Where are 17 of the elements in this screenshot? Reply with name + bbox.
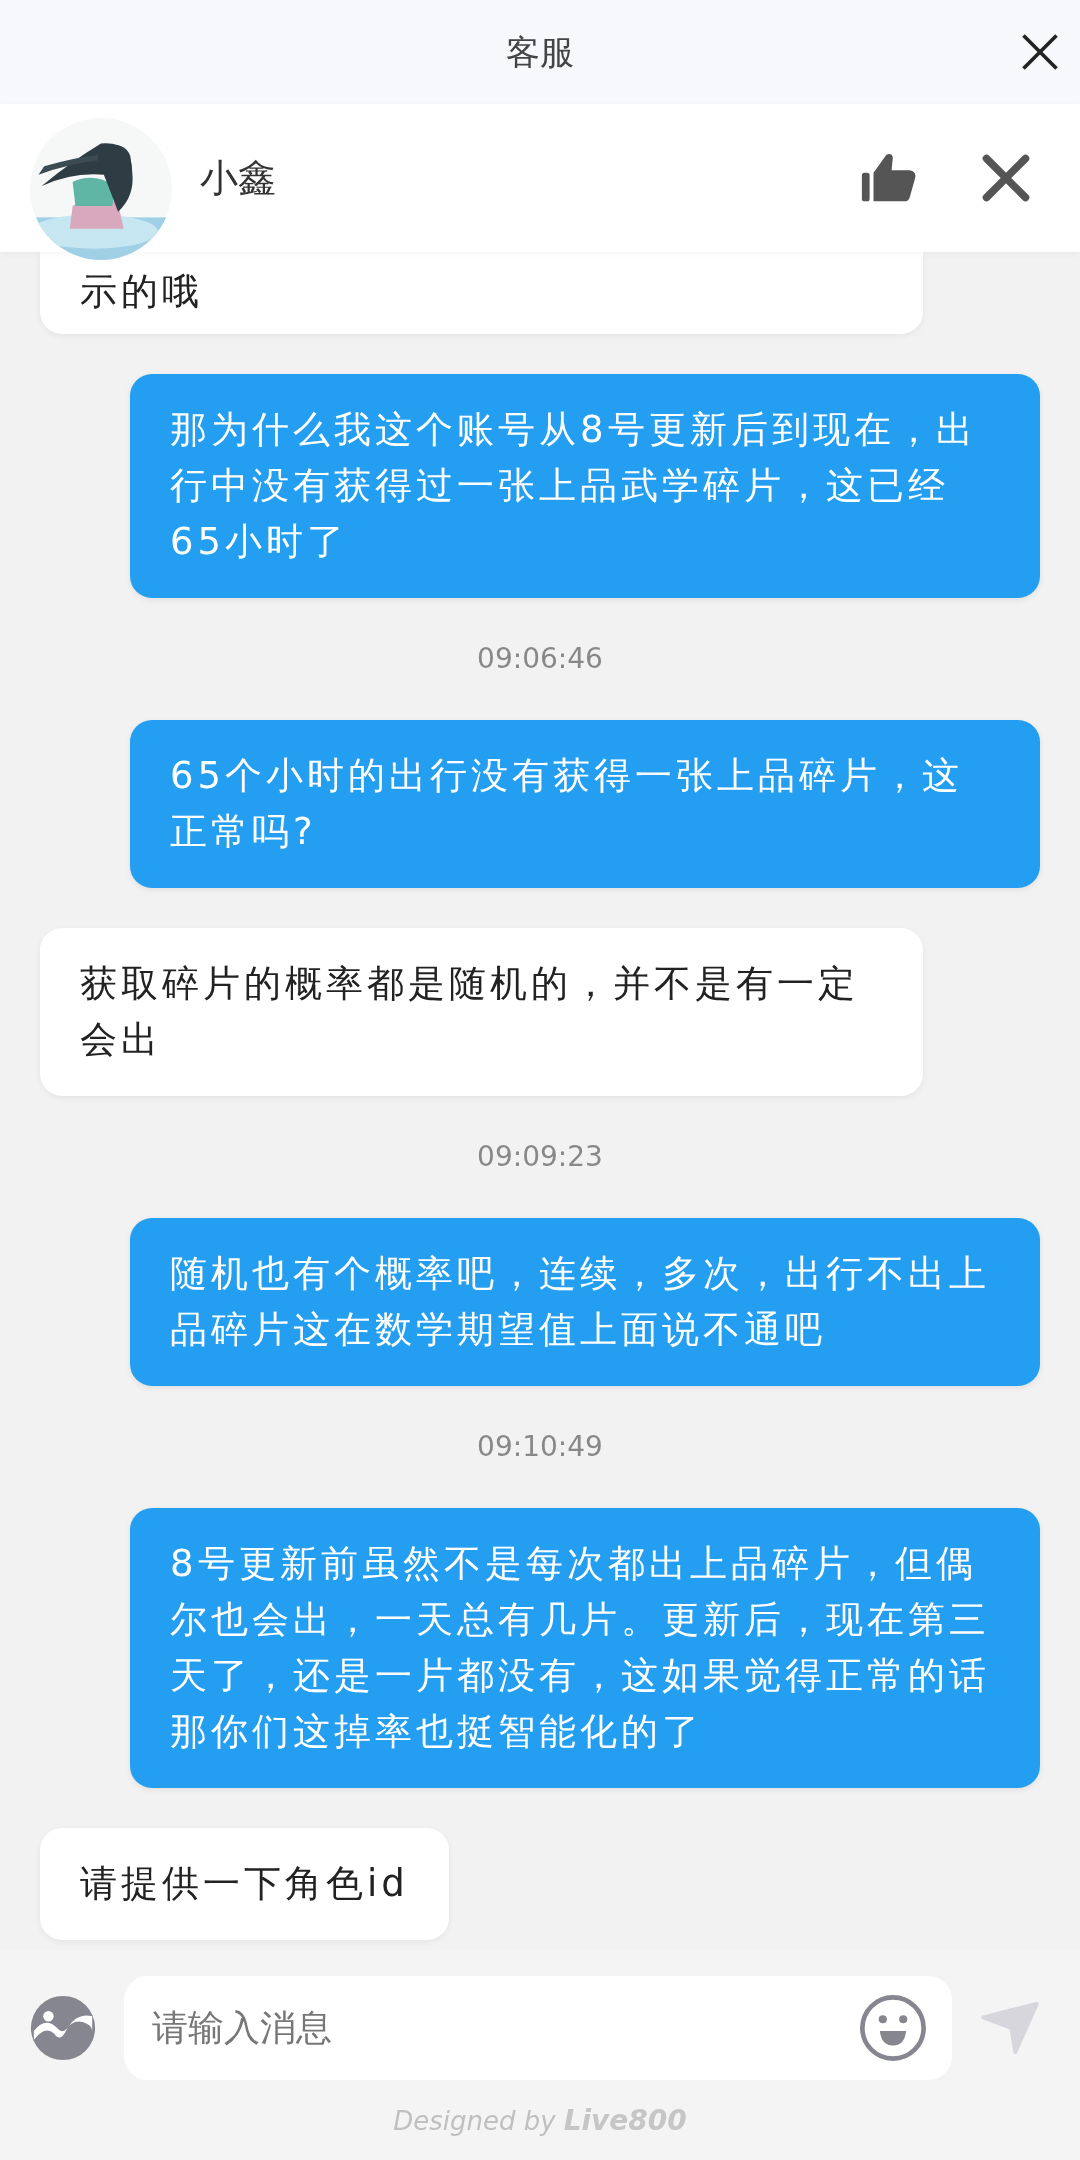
timestamp: 09:06:46 [477, 644, 603, 674]
user-message: 8号更新前虽然不是每次都出上品碎片，但偶尔也会出，一天总有几片。更新后，现在第三天了，还是一片都没有，这如果觉得正常的话那你们这掉率也挺智能化的了 [130, 1508, 1040, 1788]
agent-message: 示的哦 [40, 252, 923, 334]
agent-name: 小鑫 [200, 154, 276, 202]
emoji-icon[interactable] [858, 1993, 928, 2063]
message-input[interactable]: 请输入消息 [124, 1976, 952, 2080]
close-icon[interactable] [980, 152, 1032, 204]
window-title: 客服 [506, 30, 574, 74]
tool-icon[interactable] [28, 1993, 98, 2063]
timestamp: 09:09:23 [477, 1142, 603, 1172]
user-message: 65个小时的出行没有获得一张上品碎片，这正常吗? [130, 720, 1040, 888]
user-message: 随机也有个概率吧，连续，多次，出行不出上品碎片这在数学期望值上面说不通吧 [130, 1218, 1040, 1386]
user-message: 那为什么我这个账号从8号更新后到现在，出行中没有获得过一张上品武学碎片，这已经65小时了 [130, 374, 1040, 598]
timestamp: 09:10:49 [477, 1432, 603, 1462]
message-field[interactable]: 请输入消息 [152, 2001, 858, 2055]
agent-message: 获取碎片的概率都是随机的，并不是有一定会出 [40, 928, 923, 1096]
agent-message: 请提供一下角色id [40, 1828, 449, 1940]
